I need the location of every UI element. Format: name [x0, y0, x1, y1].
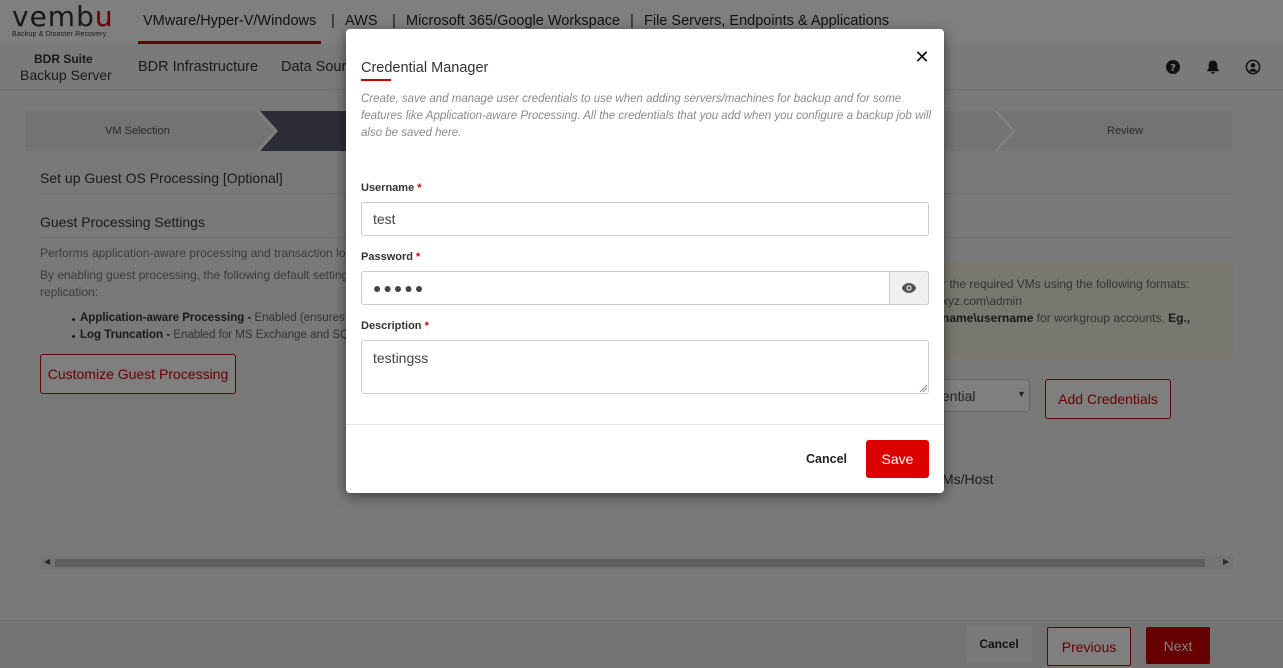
username-label: Username *: [361, 182, 422, 194]
description-textarea[interactable]: testingss: [361, 340, 929, 394]
credential-manager-dialog: Credential Manager ✕ Create, save and ma…: [346, 29, 944, 493]
dialog-description: Create, save and manage user credentials…: [361, 93, 931, 139]
password-input[interactable]: ●●●●●: [361, 271, 890, 305]
password-label: Password *: [361, 251, 421, 263]
dialog-cancel-button[interactable]: Cancel: [806, 452, 847, 466]
close-icon[interactable]: ✕: [912, 47, 932, 67]
description-label: Description *: [361, 320, 429, 332]
save-button[interactable]: Save: [866, 440, 929, 478]
dialog-title: Credential Manager: [361, 60, 489, 76]
resize-grip-icon[interactable]: [919, 384, 927, 392]
username-input[interactable]: [361, 202, 929, 236]
eye-icon[interactable]: [889, 271, 929, 305]
